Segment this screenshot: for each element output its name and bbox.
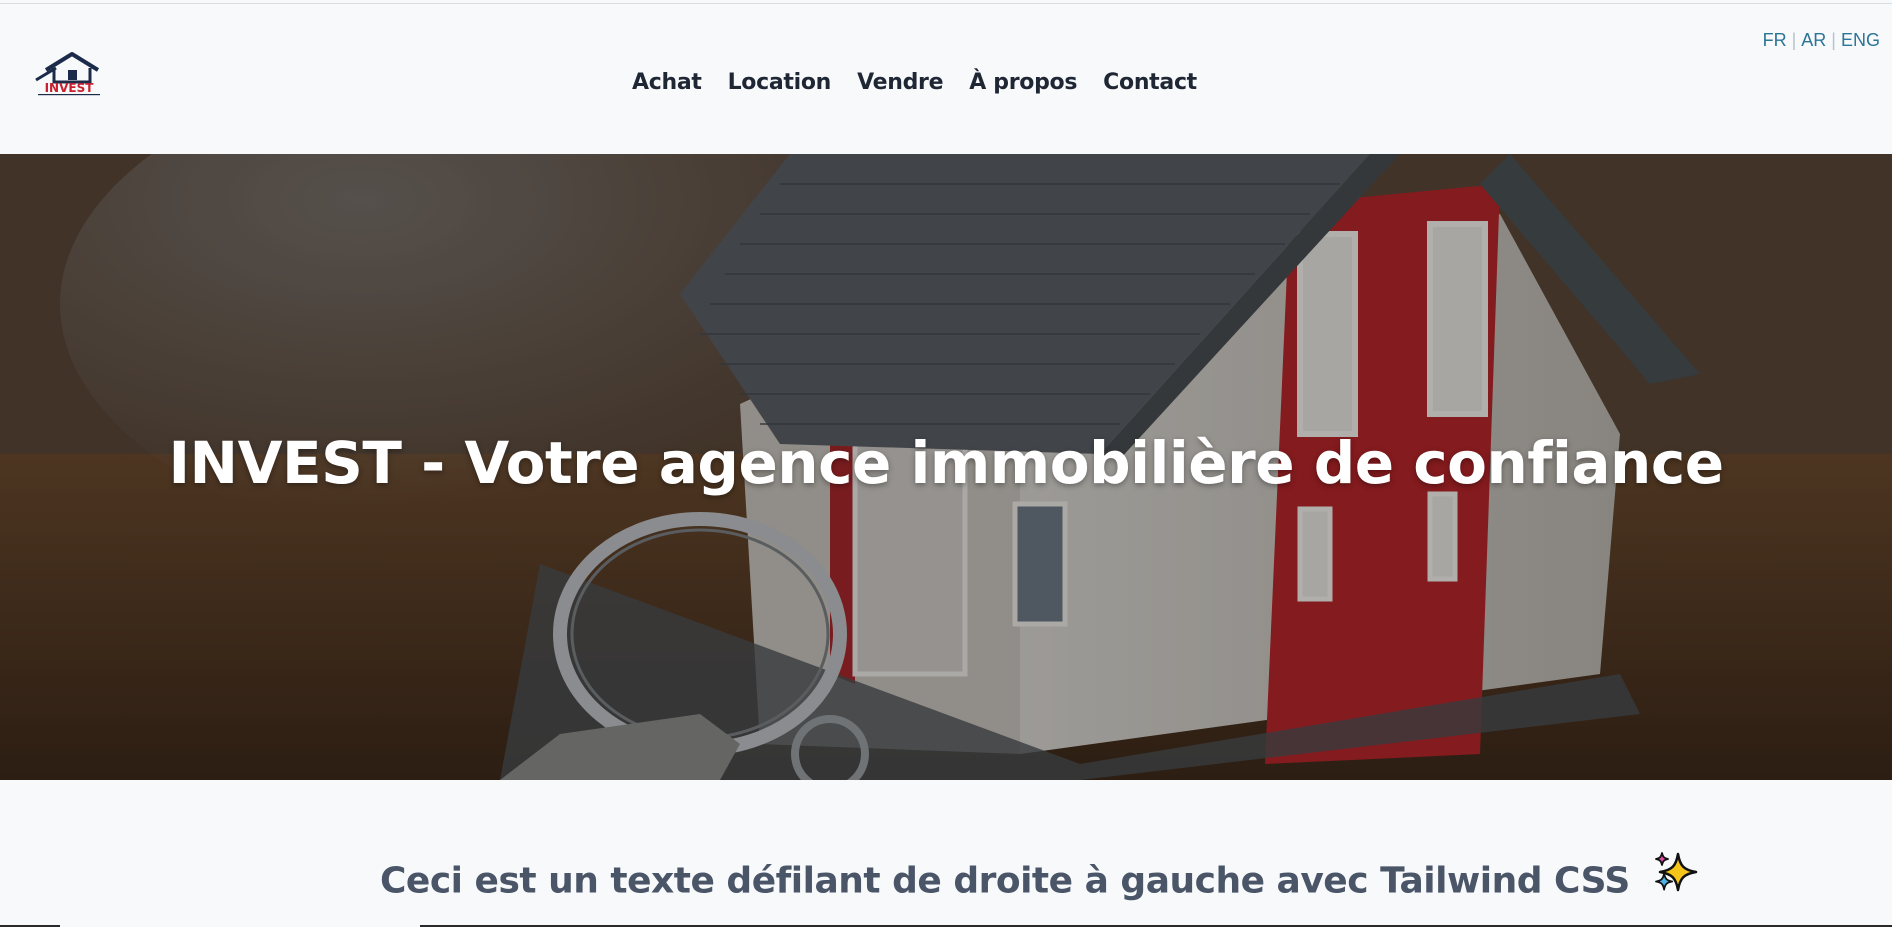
- lang-separator: |: [1791, 30, 1797, 50]
- lang-separator: |: [1831, 30, 1836, 50]
- nav-achat[interactable]: Achat: [632, 70, 702, 95]
- marquee-section: Ceci est un texte défilant de droite à g…: [0, 780, 1892, 927]
- nav-a-propos[interactable]: À propos: [969, 70, 1077, 95]
- hero-banner: INVEST - Votre agence immobilière de con…: [0, 154, 1892, 780]
- site-header: INVEST Achat Location Vendre À propos Co…: [0, 4, 1892, 154]
- language-switcher: FR | AR | ENG: [1763, 30, 1880, 51]
- lang-eng[interactable]: ENG: [1841, 30, 1880, 50]
- marquee-label: Ceci est un texte défilant de droite à g…: [380, 860, 1630, 902]
- nav-contact[interactable]: Contact: [1103, 70, 1197, 95]
- main-nav: Achat Location Vendre À propos Contact: [632, 66, 1197, 98]
- nav-location[interactable]: Location: [728, 70, 832, 95]
- logo[interactable]: INVEST: [32, 48, 106, 98]
- nav-vendre[interactable]: Vendre: [857, 70, 943, 95]
- sparkles-icon: [1654, 852, 1700, 905]
- lang-fr[interactable]: FR: [1763, 30, 1787, 50]
- page: INVEST Achat Location Vendre À propos Co…: [0, 0, 1892, 927]
- marquee-text: Ceci est un texte défilant de droite à g…: [380, 852, 1700, 905]
- logo-text: INVEST: [45, 81, 95, 95]
- hero-title: INVEST - Votre agence immobilière de con…: [168, 429, 1724, 497]
- lang-ar[interactable]: AR: [1801, 30, 1826, 50]
- logo-house-icon: INVEST: [35, 52, 100, 96]
